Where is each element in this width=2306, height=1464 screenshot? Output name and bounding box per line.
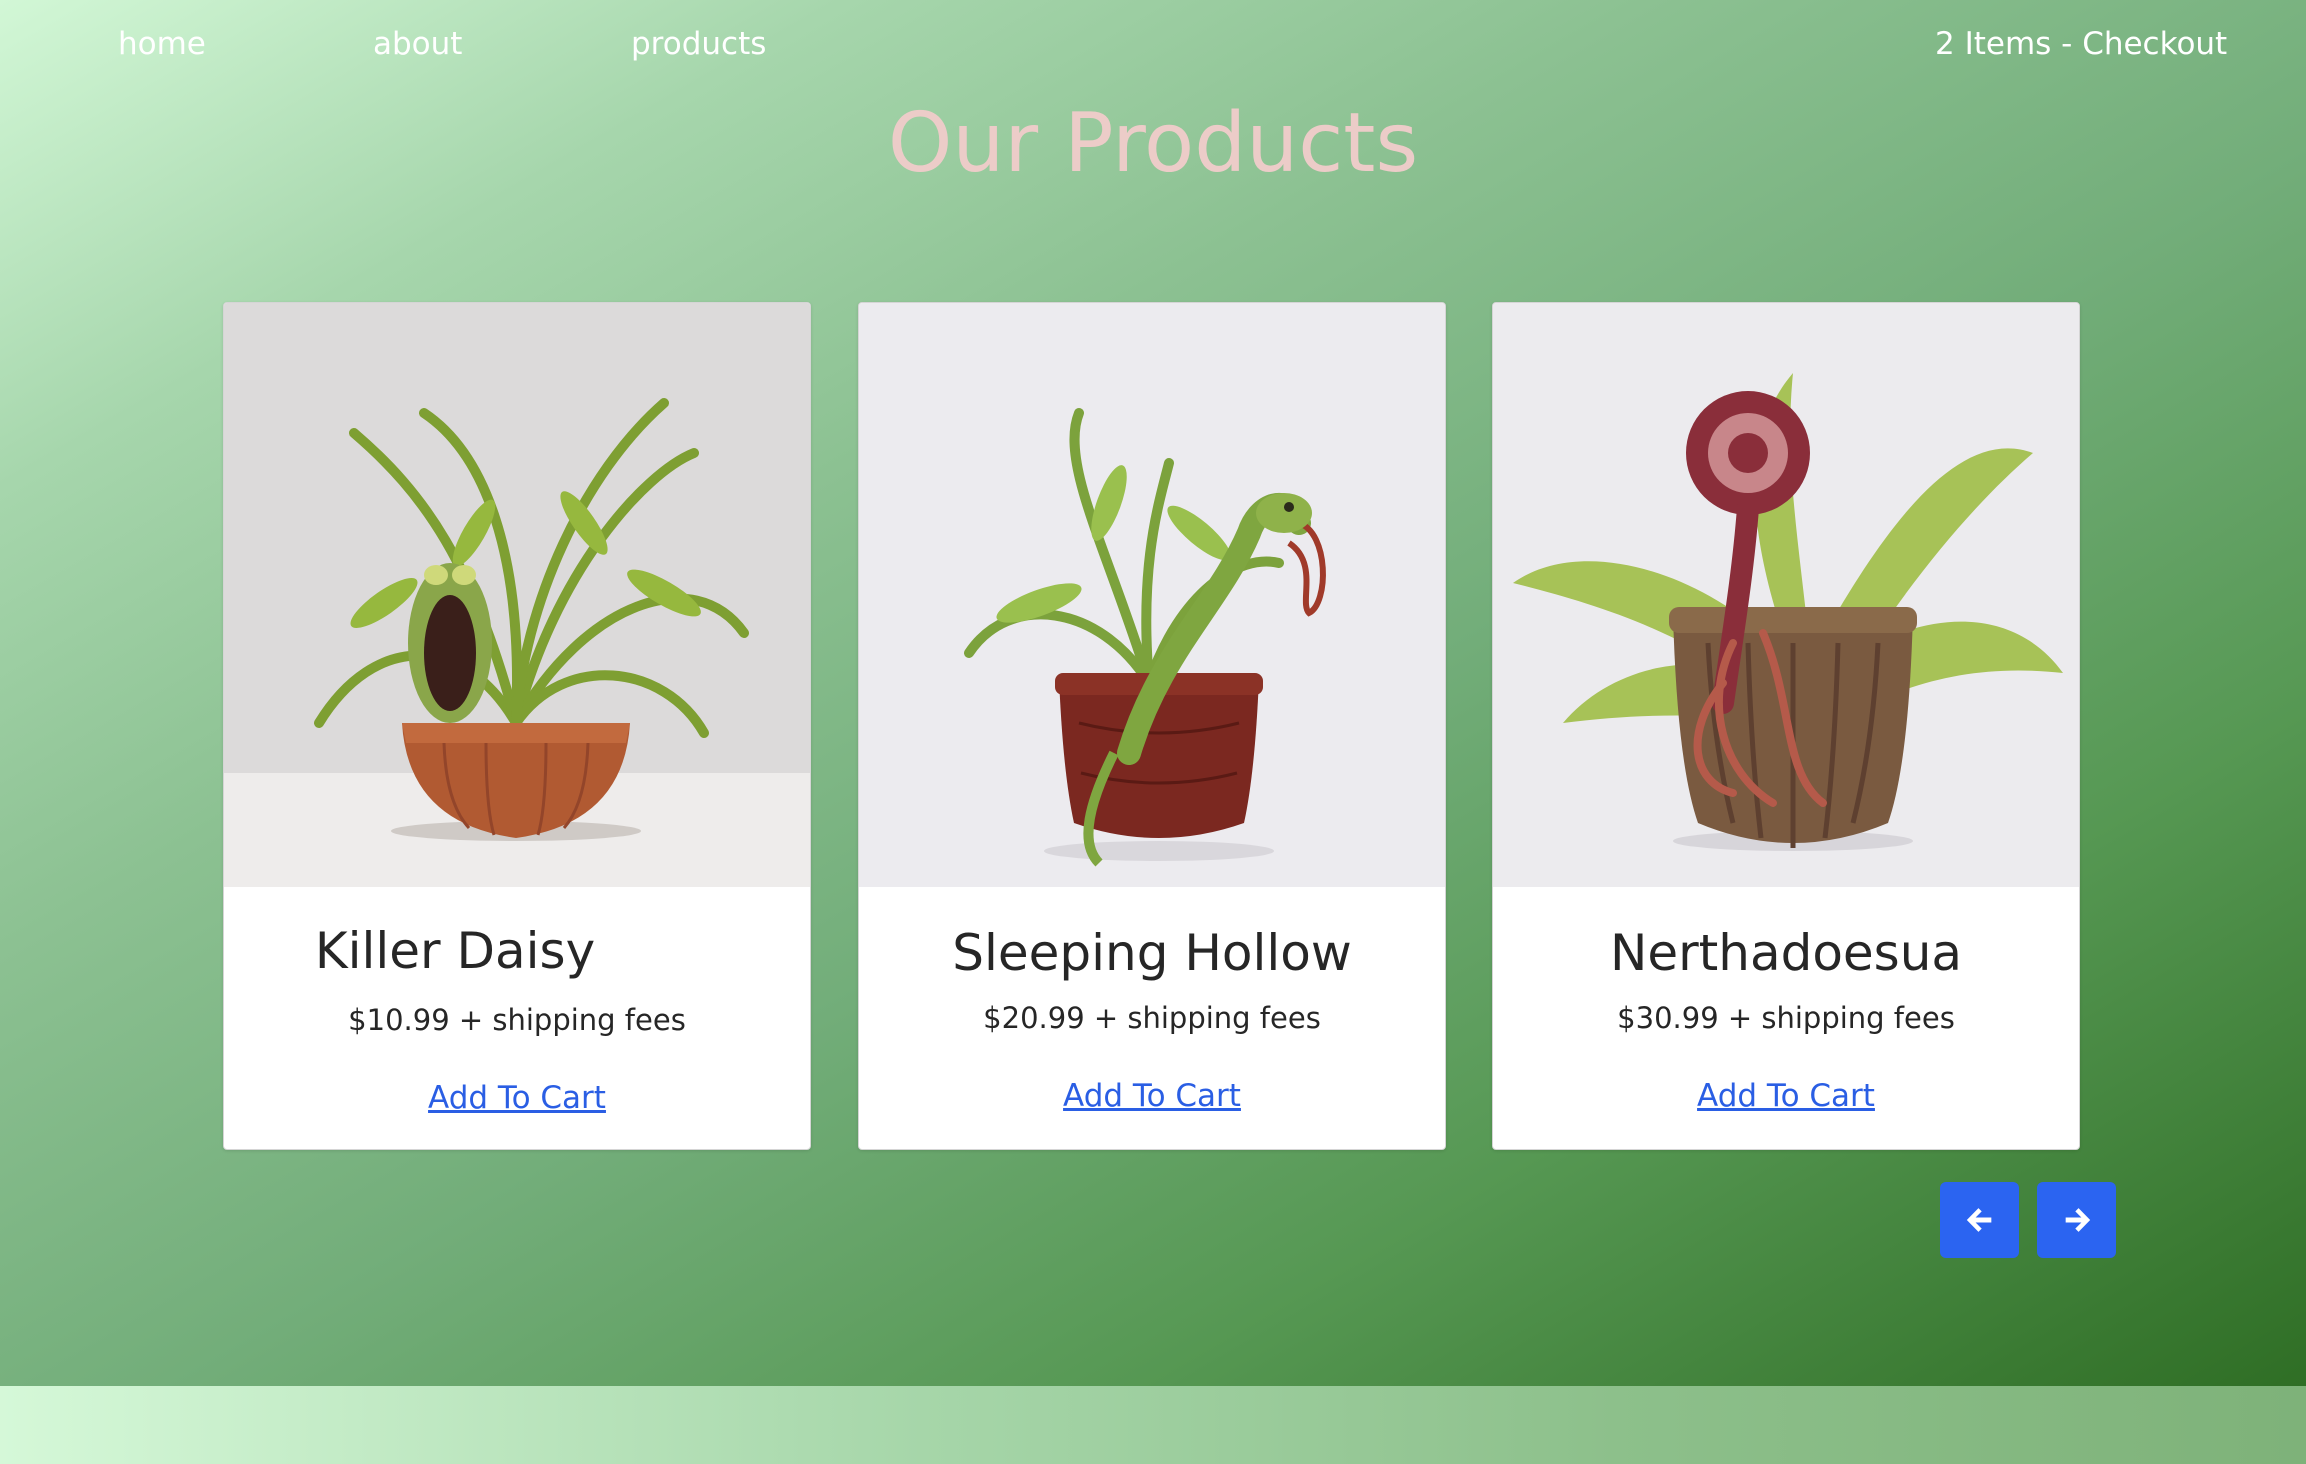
product-card: Nerthadoesua $30.99 + shipping fees Add … [1492,302,2080,1150]
carnivorous-plant-icon [859,303,1445,887]
nav-about-link[interactable]: about [373,22,462,66]
product-price: $10.99 + shipping fees [348,1003,686,1037]
carousel-next-button[interactable] [2037,1182,2116,1258]
product-price: $30.99 + shipping fees [1617,1001,1955,1035]
carnivorous-plant-icon [1493,303,2079,887]
carnivorous-plant-icon [224,303,810,887]
nav-products-link[interactable]: products [631,22,766,66]
product-card: Sleeping Hollow $20.99 + shipping fees A… [858,302,1446,1150]
product-card: Killer Daisy $10.99 + shipping fees Add … [223,302,811,1150]
page-background: home about products 2 Items - Checkout O… [0,0,2306,1386]
checkout-link[interactable]: 2 Items - Checkout [1935,22,2227,66]
product-name: Nerthadoesua [1609,924,1963,982]
product-price: $20.99 + shipping fees [983,1001,1321,1035]
add-to-cart-link[interactable]: Add To Cart [1493,1073,2079,1119]
arrow-left-icon [1966,1208,1991,1232]
product-name: Sleeping Hollow [952,924,1352,982]
arrow-right-icon [2065,1208,2090,1232]
nav-home-link[interactable]: home [118,22,206,66]
add-to-cart-link[interactable]: Add To Cart [859,1073,1445,1119]
page-title: Our Products [887,96,1419,191]
carousel-prev-button[interactable] [1940,1182,2019,1258]
add-to-cart-link[interactable]: Add To Cart [224,1075,810,1121]
footer-strip [0,1386,2306,1464]
product-name: Killer Daisy [314,922,596,980]
